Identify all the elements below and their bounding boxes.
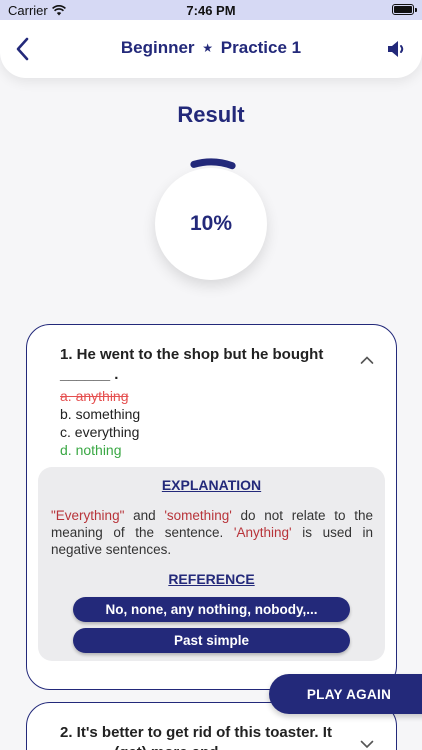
score-value: 10% [155,168,267,280]
reference-button-determiners[interactable]: No, none, any nothing, nobody,... [73,597,350,622]
answer-option-a: a. anything [60,388,129,404]
answer-option-b: b. something [60,406,141,422]
title-practice: Practice 1 [220,38,302,57]
question-card-1: 1. He went to the shop but he bought ___… [26,324,397,690]
play-again-button[interactable]: PLAY AGAIN [269,674,422,714]
top-bar: Carrier 7:46 PM Beginner ★ Practice 1 [0,0,422,78]
score-indicator: 10% [146,148,276,288]
answer-option-c: c. everything [60,424,140,440]
battery-icon [392,4,417,15]
chevron-down-icon[interactable] [360,739,374,749]
explanation-part: and [124,508,165,523]
page-title: Beginner ★ Practice 1 [0,38,422,58]
answer-options: a. anything b. something c. everything d… [60,387,140,459]
speaker-icon[interactable] [386,38,408,60]
result-heading: Result [177,102,245,127]
explanation-panel: EXPLANATION "Everything" and 'something'… [38,467,385,661]
star-icon: ★ [202,41,214,55]
explanation-highlight: "Everything" [51,508,125,523]
explanation-highlight: 'something' [164,508,232,523]
chevron-up-icon[interactable] [360,355,374,365]
question-text: 2. It's better to get rid of this toaste… [60,724,332,750]
answer-option-d: d. nothing [60,442,122,458]
explanation-highlight: 'Anything' [233,525,292,540]
question-text: 1. He went to the shop but he bought ___… [60,346,324,383]
title-level: Beginner [120,38,195,57]
reference-title: REFERENCE [168,571,255,587]
explanation-title: EXPLANATION [161,477,262,493]
explanation-text: "Everything" and 'something' do not rela… [51,507,373,558]
reference-button-past-simple[interactable]: Past simple [73,628,350,653]
status-time: 7:46 PM [186,3,236,18]
status-bar: Carrier 7:46 PM [0,0,422,20]
